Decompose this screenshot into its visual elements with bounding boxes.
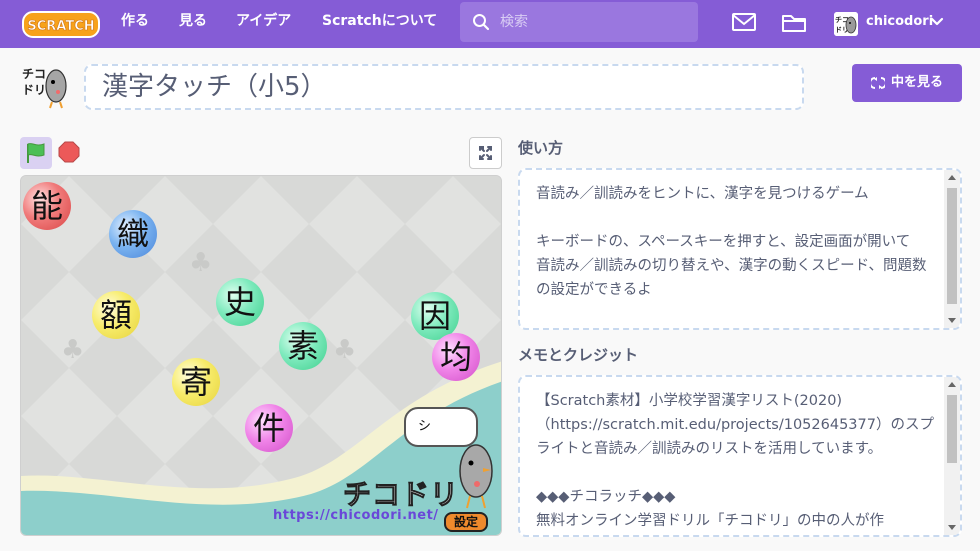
scroll-up-arrow-icon[interactable] (948, 175, 956, 180)
speech-bubble: シ (404, 407, 478, 447)
nav-explore[interactable]: 見る (179, 0, 207, 48)
see-inside-label: 中を見る (890, 75, 943, 90)
kanji-ball[interactable]: 寄 (172, 358, 220, 406)
notes-scrollbar[interactable] (944, 377, 960, 535)
svg-text:♣: ♣ (61, 335, 84, 365)
search-box[interactable]: 検索 (460, 2, 698, 42)
settings-button[interactable]: 設定 (444, 512, 488, 532)
notes-box[interactable]: 【Scratch素材】小学校学習漢字リスト(2020) （https://scr… (518, 375, 962, 537)
instructions-text: 音読み／訓読みをヒントに、漢字を見つけるゲーム キーボードの、スペースキーを押す… (536, 186, 927, 298)
my-stuff-folder-icon[interactable] (781, 10, 807, 34)
nav-about[interactable]: Scratchについて (322, 0, 437, 48)
scroll-up-arrow-icon[interactable] (948, 382, 956, 387)
svg-text:♣: ♣ (333, 335, 356, 365)
kanji-ball[interactable]: 史 (216, 278, 264, 326)
green-flag-button[interactable] (20, 137, 52, 169)
notes-text: 【Scratch素材】小学校学習漢字リスト(2020) （https://scr… (536, 393, 934, 529)
scrollbar-thumb[interactable] (947, 188, 957, 304)
brand-logo-text: チコドリ (342, 478, 460, 512)
stage-url-text: https://chicodori.net/ (273, 508, 439, 523)
svg-text:ドリ: ドリ (22, 83, 46, 97)
search-placeholder: 検索 (500, 14, 528, 30)
project-stage[interactable]: ♣ ♣ ♣ 能 織 額 史 素 因 均 寄 件 シ チコドリ https://c… (20, 175, 502, 536)
instructions-heading: 使い方 (518, 139, 564, 157)
top-nav: SCRATCH 作る 見る アイデア Scratchについて 検索 チコ ドリ … (0, 0, 980, 48)
username[interactable]: chicodori (866, 0, 933, 44)
scroll-down-arrow-icon[interactable] (948, 318, 956, 323)
search-icon (473, 14, 490, 31)
see-inside-button[interactable]: 中を見る (852, 64, 962, 102)
instructions-box[interactable]: 音読み／訓読みをヒントに、漢字を見つけるゲーム キーボードの、スペースキーを押す… (518, 168, 962, 330)
project-title-input[interactable]: 漢字タッチ（小5） (84, 64, 804, 110)
nav-ideas[interactable]: アイデア (236, 0, 291, 48)
kanji-ball[interactable]: 均 (432, 333, 480, 381)
stop-button[interactable] (58, 141, 80, 163)
scratch-logo[interactable]: SCRATCH (22, 8, 100, 40)
svg-text:チコ: チコ (22, 67, 46, 81)
instructions-scrollbar[interactable] (944, 170, 960, 328)
project-thumbnail: チコ ドリ (20, 64, 70, 110)
messages-icon[interactable] (731, 10, 757, 34)
scroll-down-arrow-icon[interactable] (948, 525, 956, 530)
green-flag-icon (27, 143, 45, 163)
nav-create[interactable]: 作る (121, 0, 149, 48)
logo-text: SCRATCH (27, 19, 94, 34)
kanji-ball[interactable]: 額 (92, 291, 140, 339)
scrollbar-thumb[interactable] (947, 395, 957, 463)
svg-text:♣: ♣ (189, 248, 212, 278)
remix-arrows-icon (870, 76, 885, 89)
fullscreen-button[interactable] (469, 137, 502, 169)
kanji-ball[interactable]: 素 (279, 322, 327, 370)
fullscreen-icon (479, 146, 492, 160)
notes-heading: メモとクレジット (518, 346, 639, 364)
kanji-ball[interactable]: 織 (109, 210, 157, 258)
chevron-down-icon[interactable] (930, 16, 944, 28)
kanji-ball[interactable]: 能 (23, 182, 71, 230)
user-avatar[interactable]: チコ ドリ (834, 12, 858, 36)
kanji-ball[interactable]: 件 (245, 404, 293, 452)
